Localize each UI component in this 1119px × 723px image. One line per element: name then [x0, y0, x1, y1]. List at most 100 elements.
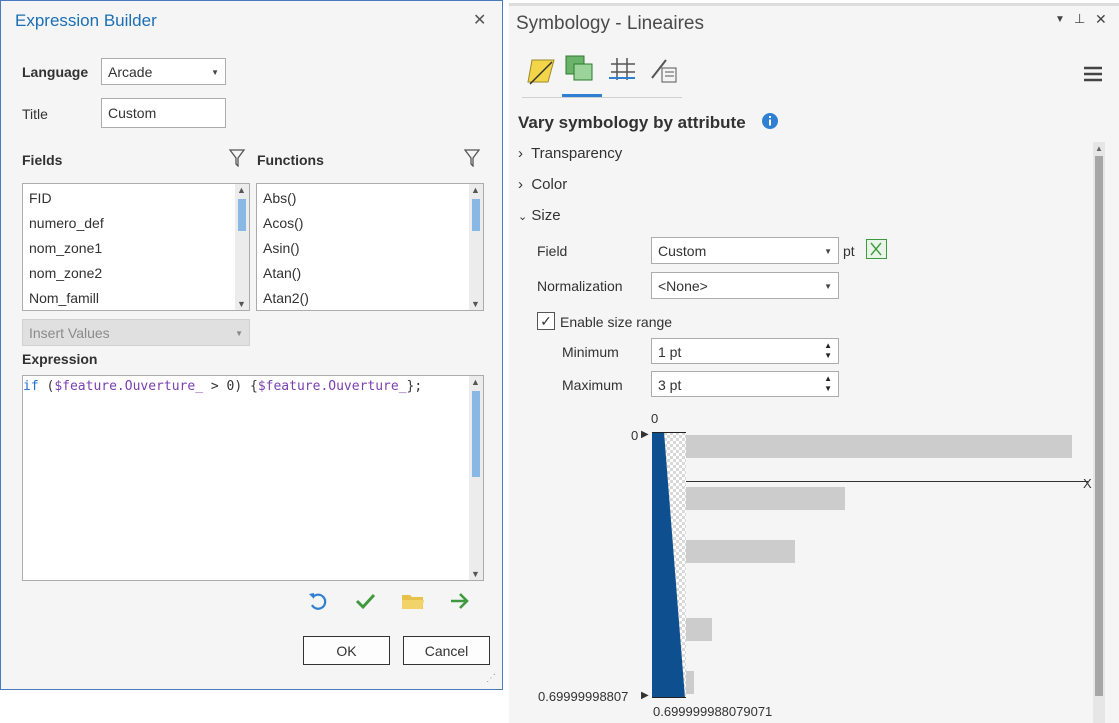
scroll-up-icon[interactable]: ▲: [471, 185, 480, 195]
code-token: >: [203, 379, 227, 394]
enable-size-range-checkbox[interactable]: ✓: [537, 312, 555, 330]
vary-by-attribute-tab-icon[interactable]: [564, 54, 598, 86]
scroll-up-icon[interactable]: ▲: [471, 377, 480, 387]
scroll-thumb[interactable]: [472, 199, 480, 231]
functions-list[interactable]: Abs() Acos() Asin() Atan() Atan2() ▲ ▼: [256, 183, 484, 311]
section-heading: Vary symbology by attribute: [518, 113, 746, 132]
list-item[interactable]: Atan(): [263, 265, 301, 281]
language-dropdown[interactable]: Arcade ▼: [101, 58, 226, 85]
arrow-right-icon[interactable]: [449, 590, 471, 612]
ok-button[interactable]: OK: [303, 636, 390, 665]
list-item[interactable]: Acos(): [263, 215, 303, 231]
close-icon[interactable]: ✕: [473, 10, 486, 30]
unit-label: pt: [843, 243, 855, 259]
expression-code[interactable]: if ($feature.Ouverture_ > 0) {$feature.O…: [23, 379, 422, 394]
transparency-section-toggle[interactable]: › Transparency: [518, 145, 622, 162]
scrollbar[interactable]: ▲ ▼: [469, 184, 483, 310]
histogram-bottom-value: 0.699999988079071: [653, 704, 773, 719]
title-input[interactable]: Custom: [101, 98, 226, 128]
hamburger-menu-icon[interactable]: [1083, 66, 1103, 82]
decrement-icon[interactable]: ▼: [824, 351, 832, 360]
code-token: ) {: [234, 379, 258, 394]
color-section-toggle[interactable]: › Color: [518, 176, 567, 193]
histogram-bar: [686, 540, 795, 563]
code-token: $feature.Ouverture_: [54, 379, 204, 394]
pane-title: Symbology - Lineaires: [516, 13, 704, 34]
properties-tab-icon[interactable]: [648, 56, 680, 86]
histogram-left-bottom: 0.69999998807: [538, 689, 629, 704]
minimum-stepper[interactable]: 1 pt ▲ ▼: [651, 338, 839, 364]
expression-label: Expression: [22, 351, 98, 367]
expression-editor[interactable]: if ($feature.Ouverture_ > 0) {$feature.O…: [22, 375, 484, 581]
tab-divider: [522, 97, 682, 98]
decrement-icon[interactable]: ▼: [824, 384, 832, 393]
increment-icon[interactable]: ▲: [824, 341, 832, 350]
normalization-dropdown[interactable]: <None> ▼: [651, 272, 839, 299]
histogram-bar: [686, 618, 712, 641]
chevron-down-icon: ⌄: [518, 211, 528, 223]
language-value: Arcade: [108, 64, 153, 80]
chevron-right-icon: ›: [518, 176, 523, 193]
list-item[interactable]: Abs(): [263, 190, 296, 206]
scroll-thumb[interactable]: [472, 391, 480, 477]
list-item[interactable]: nom_zone2: [29, 265, 102, 281]
undo-icon[interactable]: [307, 590, 329, 612]
fields-list[interactable]: FID numero_def nom_zone1 nom_zone2 Nom_f…: [22, 183, 250, 311]
symbol-layers-tab-icon[interactable]: [607, 56, 637, 84]
checkmark-icon: ✓: [540, 313, 552, 329]
scroll-up-icon[interactable]: ▲: [237, 185, 246, 195]
scrollbar[interactable]: ▲ ▼: [469, 376, 483, 580]
list-item[interactable]: Atan2(): [263, 290, 309, 306]
list-item[interactable]: numero_def: [29, 215, 104, 231]
list-item[interactable]: Nom_famill: [29, 290, 99, 306]
field-label: Field: [537, 243, 568, 259]
list-item[interactable]: Asin(): [263, 240, 300, 256]
pin-icon[interactable]: ⊥: [1074, 11, 1085, 27]
scroll-down-icon[interactable]: ▼: [471, 299, 480, 309]
pane-options-icon[interactable]: ▼: [1055, 14, 1065, 25]
size-section-toggle[interactable]: ⌄ Size: [518, 207, 561, 224]
resize-grip-icon[interactable]: ⋰: [486, 673, 496, 684]
scroll-thumb[interactable]: [1095, 156, 1103, 696]
histogram-bar: [686, 671, 694, 694]
enable-size-range-label: Enable size range: [560, 314, 673, 330]
filter-icon[interactable]: [464, 149, 480, 167]
code-token: };: [406, 379, 423, 394]
title-label: Title: [22, 106, 48, 122]
chevron-down-icon: ▼: [211, 68, 219, 77]
language-label: Language: [22, 64, 89, 80]
section-label: Color: [531, 176, 568, 193]
mean-line: [686, 481, 1088, 482]
scroll-thumb[interactable]: [238, 199, 246, 231]
code-token: (: [38, 379, 55, 394]
normalization-label: Normalization: [537, 278, 623, 294]
expression-icon[interactable]: [866, 239, 887, 259]
filter-icon[interactable]: [229, 149, 245, 167]
scroll-down-icon[interactable]: ▼: [237, 299, 246, 309]
list-item[interactable]: FID: [29, 190, 52, 206]
close-icon[interactable]: ✕: [1095, 11, 1107, 28]
insert-values-dropdown[interactable]: Insert Values ▼: [22, 319, 250, 346]
upper-handle-icon[interactable]: ▶: [641, 429, 649, 440]
scroll-down-icon[interactable]: ▼: [471, 569, 480, 579]
scrollbar[interactable]: ▲ ▼: [235, 184, 249, 310]
maximum-stepper[interactable]: 3 pt ▲ ▼: [651, 371, 839, 397]
open-folder-icon[interactable]: [401, 591, 425, 611]
functions-label: Functions: [257, 152, 324, 168]
mean-label: X: [1083, 476, 1092, 491]
lower-handle-icon[interactable]: ▶: [641, 690, 649, 701]
cancel-button[interactable]: Cancel: [403, 636, 490, 665]
field-dropdown[interactable]: Custom ▼: [651, 237, 839, 264]
section-label: Transparency: [531, 145, 623, 162]
increment-icon[interactable]: ▲: [824, 374, 832, 383]
scroll-up-icon[interactable]: ▲: [1095, 144, 1103, 153]
dialog-title: Expression Builder: [15, 11, 157, 30]
info-icon[interactable]: [762, 113, 778, 129]
normalization-value: <None>: [658, 278, 708, 294]
primary-symbology-tab-icon[interactable]: [526, 56, 556, 86]
verify-check-icon[interactable]: [354, 590, 376, 612]
maximum-value: 3 pt: [658, 377, 682, 393]
pane-scrollbar[interactable]: ▲: [1093, 142, 1105, 723]
fields-label: Fields: [22, 152, 63, 168]
list-item[interactable]: nom_zone1: [29, 240, 102, 256]
